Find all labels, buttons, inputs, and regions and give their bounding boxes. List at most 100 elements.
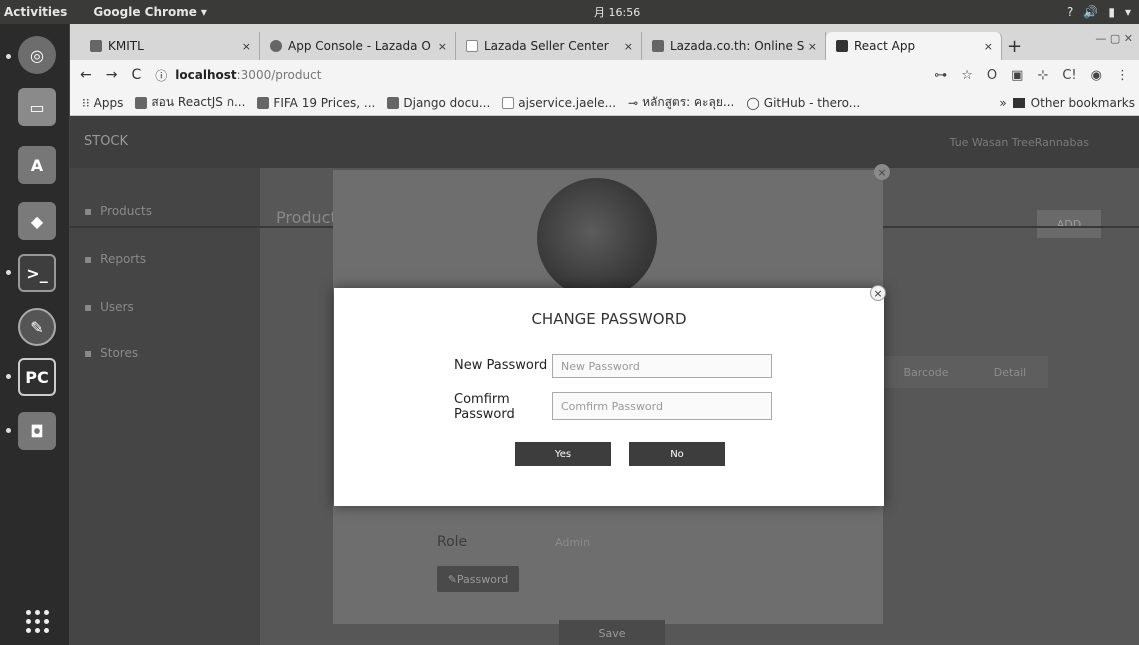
sidebar-item-stores[interactable]: ▪ Stores bbox=[84, 346, 138, 360]
tab-label: Lazada Seller Center bbox=[484, 39, 609, 53]
tab-label: Lazada.co.th: Online S bbox=[670, 39, 805, 53]
confirm-password-label: Comfirm Password bbox=[454, 392, 515, 422]
lazada-favicon-icon bbox=[652, 40, 664, 52]
extension-icon[interactable]: C! bbox=[1062, 68, 1076, 83]
close-icon[interactable]: × bbox=[984, 40, 993, 53]
close-icon[interactable]: × bbox=[242, 40, 251, 53]
address-bar[interactable]: ⓘ localhost :3000/product bbox=[155, 67, 321, 84]
menu-kebab-icon[interactable]: ⋮ bbox=[1116, 68, 1129, 83]
avatar bbox=[537, 178, 657, 298]
git-icon[interactable]: ◆ bbox=[18, 202, 56, 240]
files-icon[interactable]: ▭ bbox=[18, 88, 56, 126]
apps-bookmark[interactable]: ⁝⁝ Apps bbox=[82, 96, 123, 110]
lazada-favicon-icon bbox=[270, 40, 282, 52]
close-icon[interactable]: × bbox=[874, 164, 890, 180]
other-bookmarks[interactable]: » Other bookmarks bbox=[999, 96, 1135, 110]
barcode-button[interactable]: Barcode bbox=[880, 356, 972, 388]
app-sidebar: ▪ Products ▪ Reports ▪ Users ▪ Stores bbox=[70, 168, 260, 645]
extension-icon[interactable]: ⊹ bbox=[1037, 68, 1048, 83]
page-icon bbox=[502, 96, 515, 109]
app-brand[interactable]: STOCK bbox=[84, 134, 128, 149]
tab-lazada-online[interactable]: Lazada.co.th: Online S × bbox=[642, 32, 826, 60]
reports-icon: ▪ bbox=[84, 252, 93, 266]
yes-button[interactable]: Yes bbox=[515, 442, 611, 466]
sidebar-item-reports[interactable]: ▪ Reports bbox=[84, 252, 146, 266]
browser-toolbar: ← → C ⓘ localhost :3000/product ⊶ ☆ O ▣ … bbox=[70, 60, 1139, 90]
change-password-modal: CHANGE PASSWORD New Password Comfirm Pas… bbox=[334, 288, 884, 506]
url-host: localhost bbox=[175, 68, 237, 82]
chrome-window: KMITL × App Console - Lazada O × Lazada … bbox=[70, 24, 1139, 645]
close-icon[interactable]: × bbox=[624, 40, 633, 53]
activities-button[interactable]: Activities bbox=[0, 5, 67, 19]
close-icon[interactable]: × bbox=[808, 40, 817, 53]
software-center-icon[interactable]: A bbox=[18, 146, 56, 184]
window-controls[interactable]: — ▢ ✕ bbox=[1095, 32, 1133, 45]
user-name[interactable]: Tue Wasan TreeRannabas bbox=[950, 136, 1089, 149]
new-password-label: New Password bbox=[454, 358, 548, 373]
chrome-icon[interactable]: ◎ bbox=[18, 36, 56, 74]
inkscape-icon[interactable]: ✎ bbox=[18, 308, 56, 346]
tab-react-app[interactable]: React App × bbox=[826, 32, 1002, 60]
running-indicator bbox=[6, 374, 11, 379]
more-bookmarks-chevron-icon[interactable]: » bbox=[999, 96, 1006, 110]
system-tray[interactable]: ? 🔊 ▮ ▾ bbox=[1067, 5, 1131, 19]
bookmark-item[interactable]: สอน ReactJS ก... bbox=[135, 93, 245, 112]
running-indicator bbox=[6, 428, 11, 433]
sidebar-item-users[interactable]: ▪ Users bbox=[84, 300, 134, 314]
running-indicator bbox=[6, 54, 11, 59]
terminal-icon[interactable]: >_ bbox=[18, 254, 56, 292]
detail-button[interactable]: Detail bbox=[972, 356, 1048, 388]
fifa-icon bbox=[257, 96, 270, 109]
save-button[interactable]: Save bbox=[559, 620, 665, 645]
bookmark-item[interactable]: Django docu... bbox=[387, 96, 490, 110]
tab-label: KMITL bbox=[108, 39, 144, 53]
github-icon: ◯ bbox=[746, 95, 760, 110]
no-button[interactable]: No bbox=[629, 442, 725, 466]
bookmark-item[interactable]: ajservice.jaele... bbox=[502, 96, 616, 110]
bookmark-item[interactable]: ⊸ หลักสูตร: คะลุย... bbox=[628, 93, 734, 112]
close-icon[interactable]: × bbox=[870, 285, 886, 301]
reload-icon[interactable]: C bbox=[131, 67, 141, 83]
app-menu[interactable]: Google Chrome ▾ bbox=[93, 5, 207, 19]
app-header: STOCK Tue Wasan TreeRannabas bbox=[70, 116, 1139, 168]
help-icon[interactable]: ? bbox=[1067, 5, 1073, 19]
tab-app-console[interactable]: App Console - Lazada O × bbox=[260, 32, 456, 60]
forward-arrow-icon[interactable]: → bbox=[106, 67, 118, 83]
show-applications-icon[interactable] bbox=[20, 604, 54, 638]
tab-lazada-seller-center[interactable]: Lazada Seller Center × bbox=[456, 32, 642, 60]
screenshot-icon[interactable]: ◘ bbox=[18, 412, 56, 450]
stores-icon: ▪ bbox=[84, 346, 93, 360]
tab-kmitl[interactable]: KMITL × bbox=[80, 32, 260, 60]
change-password-button[interactable]: ✎Password bbox=[437, 566, 519, 592]
extension-icon[interactable]: ▣ bbox=[1011, 68, 1023, 83]
confirm-password-input[interactable] bbox=[552, 392, 772, 420]
new-tab-button[interactable]: + bbox=[1007, 36, 1022, 57]
bookmark-star-icon[interactable]: ☆ bbox=[961, 68, 973, 83]
role-value: Admin bbox=[555, 536, 591, 549]
battery-icon[interactable]: ▮ bbox=[1108, 5, 1115, 19]
django-icon bbox=[387, 96, 400, 109]
products-icon: ▪ bbox=[84, 204, 93, 218]
tab-label: App Console - Lazada O bbox=[288, 39, 431, 53]
back-arrow-icon[interactable]: ← bbox=[80, 67, 92, 83]
kmitl-favicon-icon bbox=[90, 40, 102, 52]
pycharm-icon[interactable]: PC bbox=[18, 358, 56, 396]
page-favicon-icon bbox=[466, 40, 478, 52]
system-menu-icon[interactable]: ▾ bbox=[1125, 5, 1131, 19]
volume-icon[interactable]: 🔊 bbox=[1083, 5, 1098, 19]
bookmark-item[interactable]: ◯ GitHub - thero... bbox=[746, 96, 860, 110]
users-icon: ▪ bbox=[84, 300, 93, 314]
key-icon[interactable]: ⊶ bbox=[934, 68, 947, 83]
opera-extension-icon[interactable]: O bbox=[987, 68, 997, 83]
close-icon[interactable]: × bbox=[438, 40, 447, 53]
launcher: ◎ ▭ A ◆ >_ ✎ PC ◘ bbox=[0, 24, 70, 645]
sidebar-item-products[interactable]: ▪ Products bbox=[84, 204, 152, 218]
info-icon[interactable]: ⓘ bbox=[155, 67, 167, 84]
new-password-input[interactable] bbox=[552, 354, 772, 378]
clock[interactable]: 月 16:56 bbox=[594, 4, 640, 20]
profile-avatar-icon[interactable]: ◉ bbox=[1091, 68, 1102, 83]
add-button[interactable]: ADD bbox=[1037, 210, 1101, 238]
course-icon: ⊸ bbox=[628, 95, 639, 110]
bookmark-item[interactable]: FIFA 19 Prices, ... bbox=[257, 96, 375, 110]
tab-label: React App bbox=[854, 39, 916, 53]
